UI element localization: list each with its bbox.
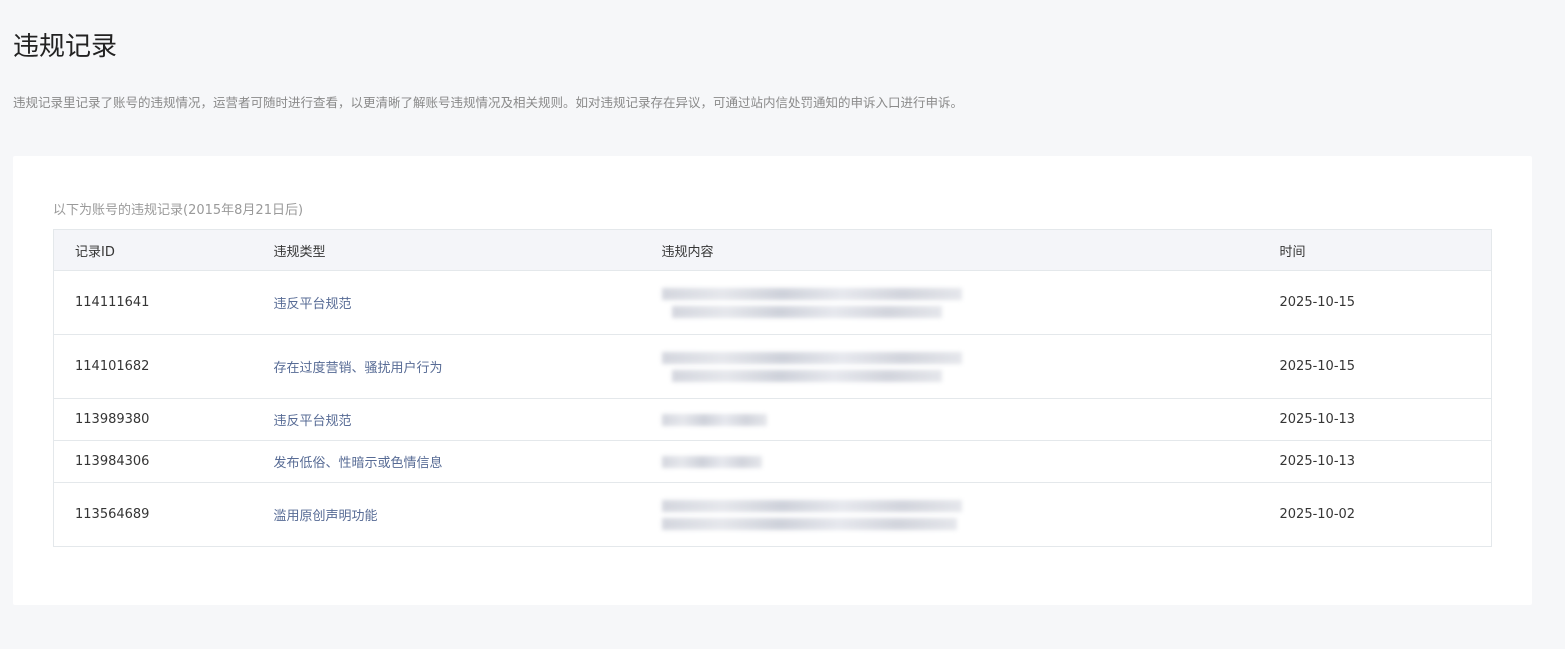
table-row: 114111641 违反平台规范 2025-10-15 [53, 270, 1492, 335]
record-content-blurred [640, 270, 1259, 335]
header-content: 违规内容 [640, 229, 1259, 271]
page-title: 违规记录 [13, 32, 118, 62]
record-content-blurred [640, 334, 1259, 399]
record-id: 113989380 [53, 398, 253, 441]
table-row: 114101682 存在过度营销、骚扰用户行为 2025-10-15 [53, 334, 1492, 399]
record-id: 113984306 [53, 440, 253, 483]
page-description: 违规记录里记录了账号的违规情况，运营者可随时进行查看，以更清晰了解账号违规情况及… [13, 95, 964, 110]
record-id: 113564689 [53, 482, 253, 547]
record-id: 114101682 [53, 334, 253, 399]
record-type[interactable]: 滥用原创声明功能 [252, 482, 641, 547]
record-content-blurred [640, 482, 1259, 547]
header-type: 违规类型 [252, 229, 641, 271]
record-type[interactable]: 违反平台规范 [252, 270, 641, 335]
table-row: 113984306 发布低俗、性暗示或色情信息 2025-10-13 [53, 440, 1492, 483]
record-content-blurred [640, 440, 1259, 483]
record-time: 2025-10-15 [1258, 334, 1492, 399]
record-time: 2025-10-02 [1258, 482, 1492, 547]
records-subtitle: 以下为账号的违规记录(2015年8月21日后) [53, 203, 304, 218]
record-time: 2025-10-13 [1258, 398, 1492, 441]
record-type[interactable]: 发布低俗、性暗示或色情信息 [252, 440, 641, 483]
record-time: 2025-10-15 [1258, 270, 1492, 335]
record-type[interactable]: 违反平台规范 [252, 398, 641, 441]
header-id: 记录ID [53, 229, 253, 271]
records-card: 以下为账号的违规记录(2015年8月21日后) 记录ID 违规类型 违规内容 时… [13, 156, 1532, 605]
record-content-blurred [640, 398, 1259, 441]
records-table: 记录ID 违规类型 违规内容 时间 114111641 违反平台规范 2025-… [53, 229, 1492, 547]
record-type[interactable]: 存在过度营销、骚扰用户行为 [252, 334, 641, 399]
record-time: 2025-10-13 [1258, 440, 1492, 483]
header-time: 时间 [1258, 229, 1492, 271]
record-id: 114111641 [53, 270, 253, 335]
table-row: 113564689 滥用原创声明功能 2025-10-02 [53, 482, 1492, 547]
table-row: 113989380 违反平台规范 2025-10-13 [53, 398, 1492, 441]
table-header: 记录ID 违规类型 违规内容 时间 [53, 229, 1492, 271]
